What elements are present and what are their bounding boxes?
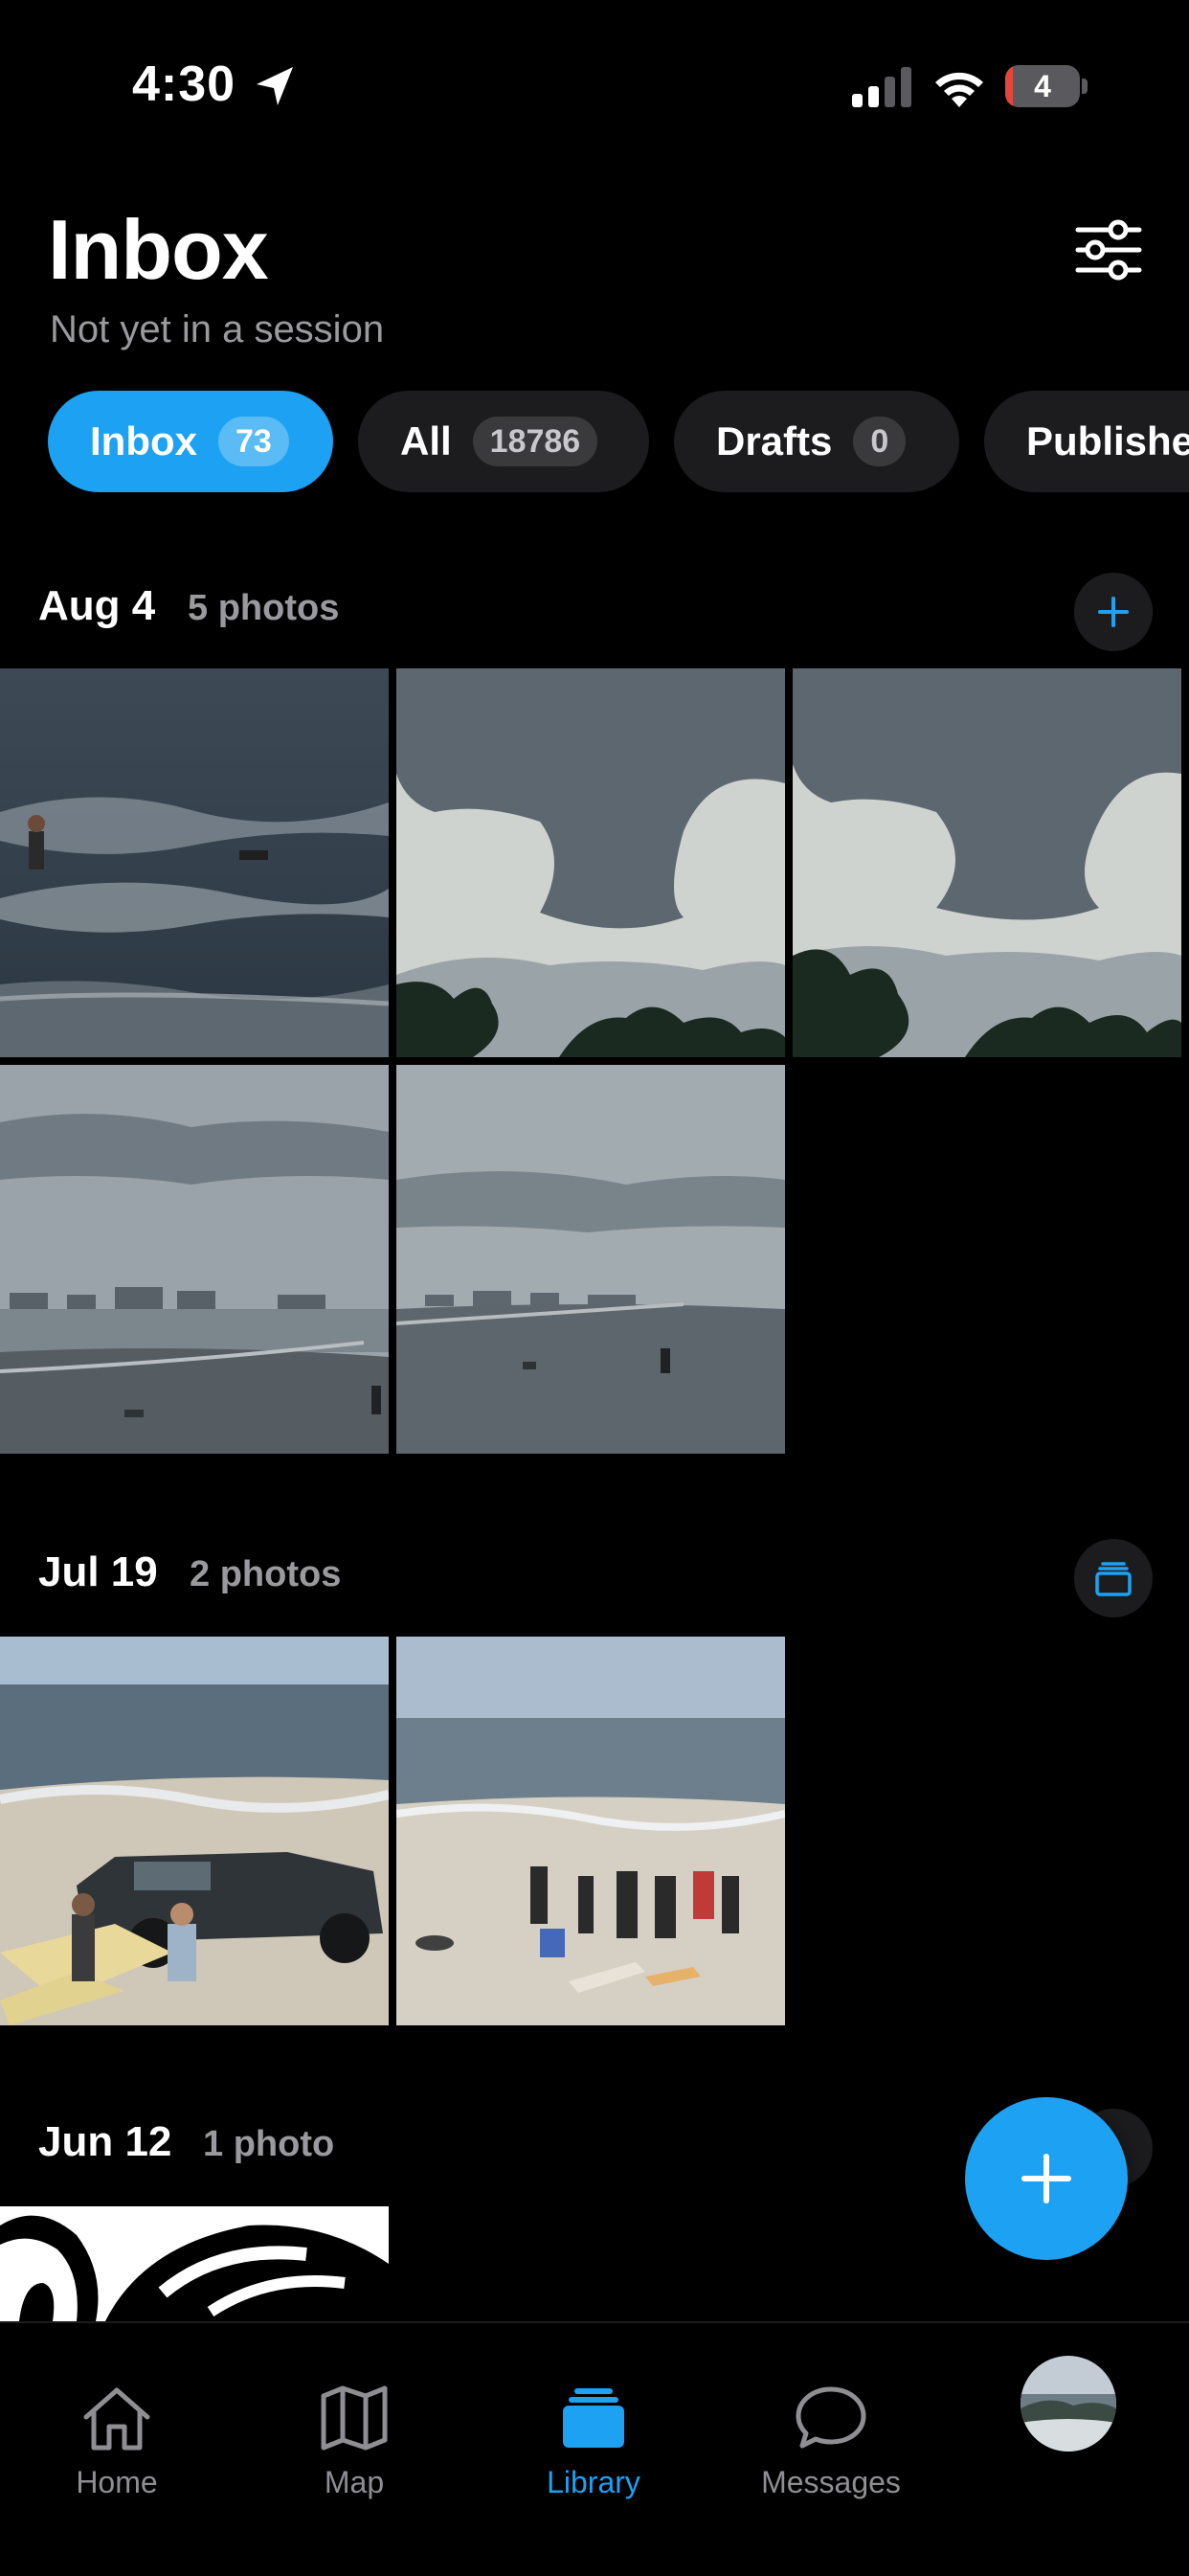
tab-drafts[interactable]: Drafts 0 [674,391,959,492]
photo-thumbnail[interactable] [0,2206,389,2321]
stack-icon [563,2388,624,2448]
photo-thumbnail[interactable] [396,668,785,1057]
photo-thumbnail[interactable] [0,1637,389,2025]
section-header-aug-4: Aug 4 5 photos [0,573,1189,649]
nav-library[interactable]: Library [498,2358,689,2501]
tab-label: Drafts [716,418,833,463]
tab-published[interactable]: Published [984,391,1189,492]
plus-icon [1021,2154,1071,2203]
wifi-icon [935,72,983,107]
new-post-fab[interactable] [965,2097,1128,2260]
section-date: Jun 12 [38,2118,172,2165]
nav-label: Library [547,2465,640,2499]
map-icon [321,2385,388,2451]
stack-group-button[interactable] [1074,1539,1153,1617]
house-icon [83,2387,150,2451]
status-bar: 4:30 4 [0,0,1189,172]
filter-tabs: Inbox 73 All 18786 Drafts 0 Published [0,391,1189,494]
tab-count-badge: 0 [853,417,907,466]
sliders-icon [1075,219,1142,281]
photo-thumbnail[interactable] [793,668,1181,1057]
battery-level: 4 [1034,69,1051,103]
section-header-jul-19: Jul 19 2 photos [0,1539,1189,1616]
session-status: Not yet in a session [50,308,385,350]
nav-label: Home [76,2465,158,2499]
add-to-group-button[interactable] [1074,573,1153,651]
tab-label: Inbox [90,418,197,463]
tab-inbox[interactable]: Inbox 73 [48,391,333,492]
battery-indicator: 4 [1005,65,1088,107]
nav-map[interactable]: Map [258,2358,450,2501]
photo-thumbnail[interactable] [0,1065,389,1454]
section-photo-count: 5 photos [188,588,340,628]
location-arrow-icon [257,67,293,105]
nav-messages[interactable]: Messages [735,2358,927,2501]
speech-bubble-icon [796,2386,866,2449]
tab-all[interactable]: All 18786 [358,391,649,492]
section-date: Jul 19 [38,1548,158,1595]
status-time: 4:30 [132,56,236,112]
photo-thumbnail[interactable] [396,1065,785,1454]
section-photo-count: 1 photo [203,2124,335,2164]
tab-count-badge: 73 [218,417,289,466]
stack-icon [1095,1562,1132,1596]
bottom-tab-bar: Home Map Library Messages [0,2321,1189,2576]
section-date: Aug 4 [38,582,156,629]
tab-count-badge: 18786 [472,417,598,466]
tab-label: Published [1026,418,1189,463]
section-photo-count: 2 photos [190,1554,342,1594]
nav-label: Messages [761,2465,901,2499]
tab-label: All [400,418,452,463]
photo-thumbnail[interactable] [0,668,389,1057]
photo-thumbnail[interactable] [396,1637,785,2025]
nav-label: Map [324,2465,385,2499]
filter-settings-button[interactable] [1070,216,1147,283]
profile-avatar[interactable] [1021,2356,1116,2452]
cellular-signal-icon [852,67,911,107]
page-title: Inbox [48,202,269,297]
plus-icon [1098,597,1129,627]
nav-home[interactable]: Home [21,2358,213,2501]
